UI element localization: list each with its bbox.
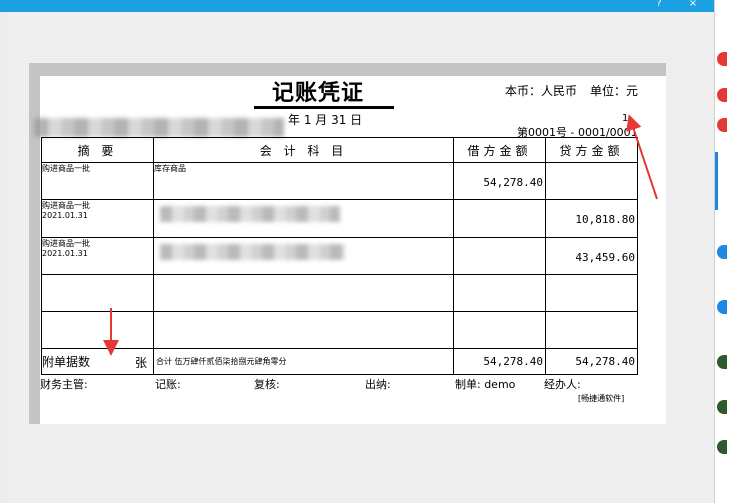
annotation-arrows bbox=[103, 114, 658, 356]
red-arrow-up bbox=[626, 114, 658, 200]
